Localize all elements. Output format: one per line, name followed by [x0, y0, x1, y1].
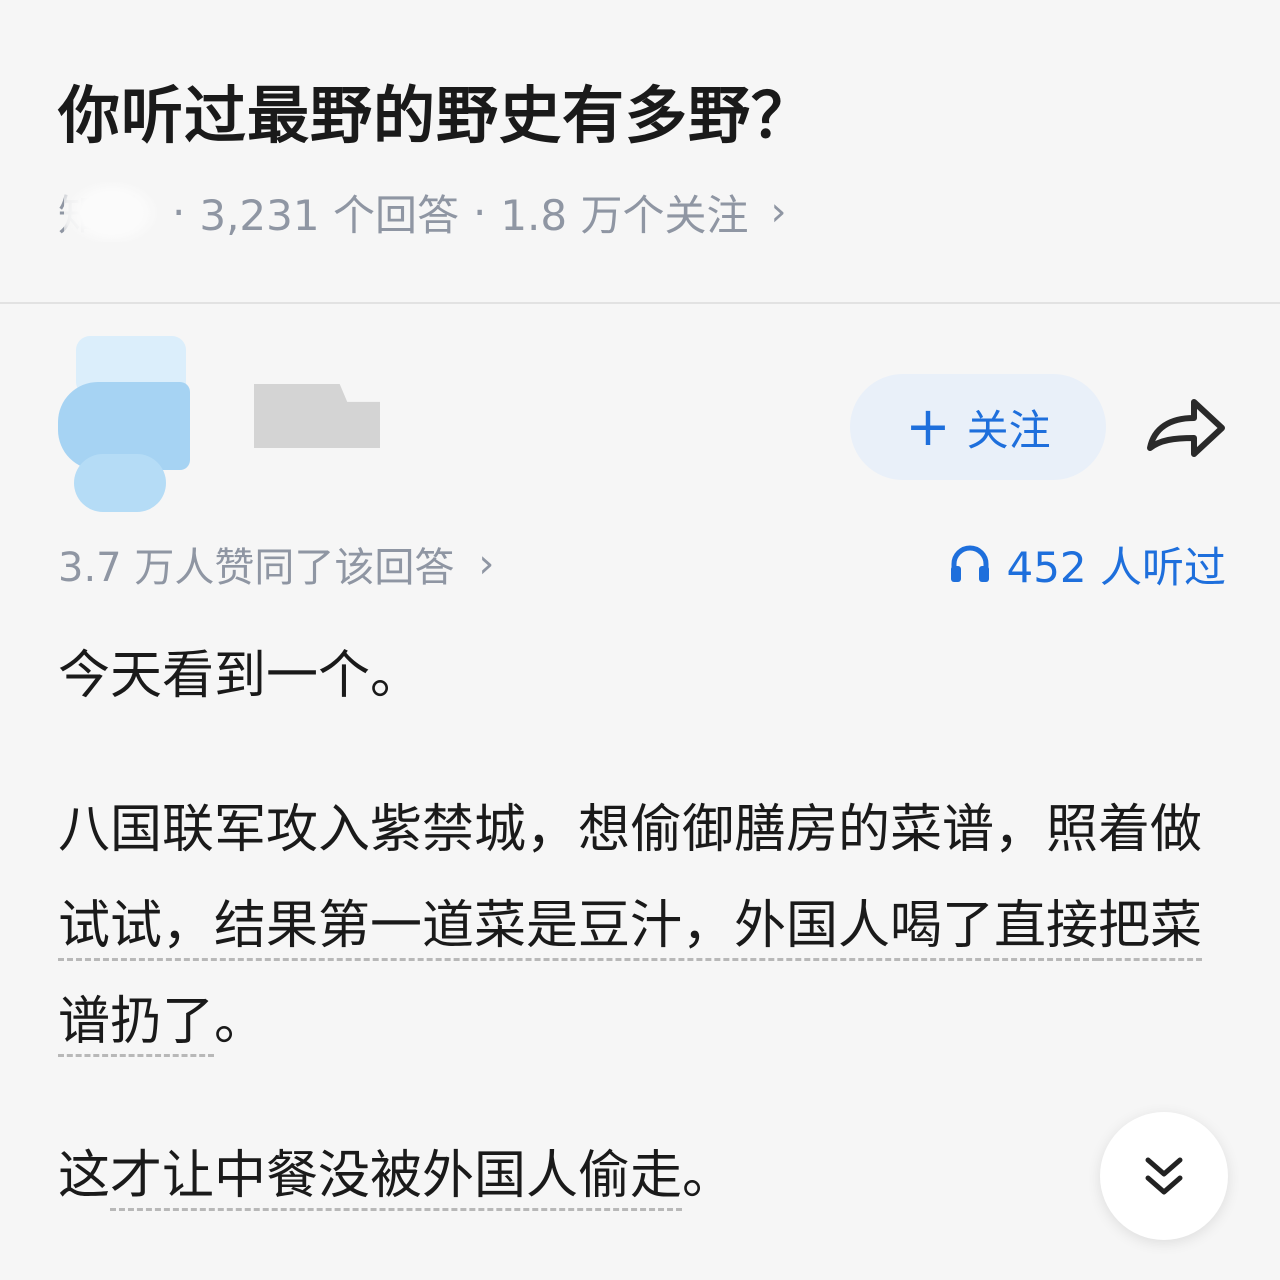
follow-label: 关注	[966, 405, 1051, 455]
inline-search-link[interactable]: 试试，结果第一道菜是豆汁，外国人喝了直接	[58, 896, 1099, 961]
upvote-text: 3.7 万人赞同了该回答	[58, 545, 455, 591]
avatar-blur-part	[74, 454, 166, 512]
source-redaction-blur	[64, 182, 158, 242]
paragraph: 这才让中餐没被外国人偷走。	[58, 1128, 1228, 1224]
meta-separator: ·	[472, 187, 487, 237]
paragraph: 今天看到一个。	[58, 646, 423, 706]
chevron-right-icon[interactable]: ›	[770, 189, 786, 235]
answer-content: 今天看到一个。 八国联军攻入紫禁城，想偷御膳房的菜谱，照着做试试，结果第一道菜是…	[58, 628, 1228, 1224]
listen-text: 452 人听过	[1006, 542, 1226, 592]
question-title: 你听过最野的野史有多野？	[58, 79, 815, 152]
follow-button[interactable]: + 关注	[850, 374, 1106, 480]
paragraph-text: 。	[214, 992, 267, 1052]
section-divider	[0, 302, 1280, 304]
expand-button[interactable]	[1100, 1112, 1228, 1240]
answers-count[interactable]: 3,231 个回答	[199, 182, 459, 243]
meta-separator: ·	[172, 187, 186, 237]
headphones-icon	[951, 545, 990, 582]
listen-count[interactable]: 452 人听过	[948, 534, 1226, 594]
inline-search-link[interactable]: 才让中餐没被外国人偷走	[110, 1146, 683, 1211]
paragraph-text: 这	[58, 1146, 111, 1206]
chevron-right-icon: ›	[478, 541, 495, 587]
paragraph-text: 八国联军攻入紫禁城，想偷御膳房的菜谱，照着做	[58, 800, 1203, 860]
share-arrow-icon[interactable]	[1144, 392, 1228, 464]
followers-count[interactable]: 1.8 万个关注	[500, 182, 748, 243]
paragraph: 八国联军攻入紫禁城，想偷御膳房的菜谱，照着做试试，结果第一道菜是豆汁，外国人喝了…	[58, 782, 1228, 1070]
double-chevron-down-icon	[1145, 1157, 1183, 1195]
question-source[interactable]: 知乎	[58, 182, 158, 242]
paragraph-text: 。	[682, 1146, 735, 1206]
upvote-summary[interactable]: 3.7 万人赞同了该回答 ›	[58, 534, 494, 594]
question-meta: 知乎 · 3,231 个回答 · 1.8 万个关注 ›	[58, 182, 786, 242]
author-avatar[interactable]	[58, 336, 198, 516]
plus-icon: +	[905, 395, 951, 458]
author-name-redacted[interactable]	[254, 384, 380, 448]
